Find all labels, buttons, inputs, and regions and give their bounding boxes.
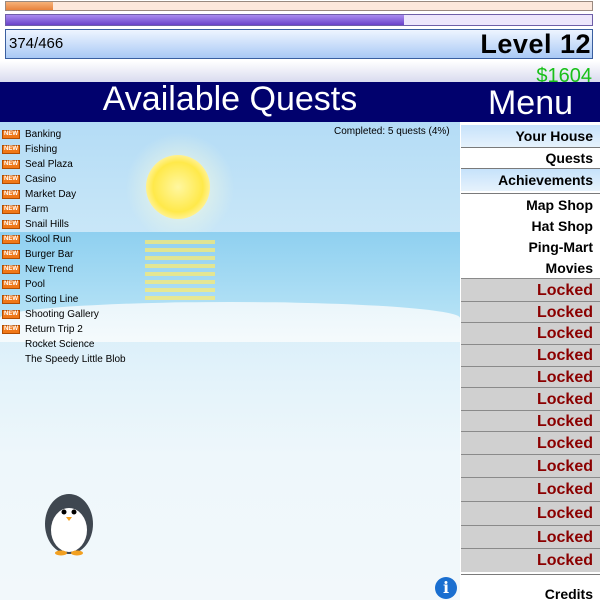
quest-label: Snail Hills: [25, 219, 69, 230]
new-badge: NEW: [2, 130, 20, 139]
quest-item[interactable]: The Speedy Little Blob: [0, 353, 220, 368]
menu-item-locked: Locked: [461, 501, 600, 525]
menu-item-movies[interactable]: Movies: [461, 258, 600, 278]
quest-item[interactable]: NEW Seal Plaza: [0, 158, 220, 173]
quest-label: Casino: [25, 174, 57, 185]
menu-item-locked: Locked: [461, 431, 600, 454]
menu-item-locked: Locked: [461, 525, 600, 548]
menu-item-locked: Locked: [461, 301, 600, 322]
quest-item[interactable]: NEW Snail Hills: [0, 218, 220, 233]
new-badge: NEW: [2, 280, 20, 289]
quest-label: Market Day: [25, 189, 77, 200]
menu-item-locked: Locked: [461, 477, 600, 501]
quest-item[interactable]: NEW Pool: [0, 278, 220, 293]
menu-item-locked: Locked: [461, 322, 600, 344]
quest-label: Skool Run: [25, 234, 72, 245]
menu-item-achievements[interactable]: Achievements: [461, 168, 600, 191]
quest-item[interactable]: NEW Casino: [0, 173, 220, 188]
new-badge: NEW: [2, 250, 20, 259]
health-bar-fill: [6, 2, 53, 10]
quest-item[interactable]: NEW Market Day: [0, 188, 220, 203]
menu-item-locked: Locked: [461, 344, 600, 366]
quest-item[interactable]: NEW New Trend: [0, 263, 220, 278]
quest-label: Fishing: [25, 144, 58, 155]
quest-list: NEW Banking NEW Fishing NEW Seal Plaza NEW Casi…: [0, 128, 220, 368]
quest-item[interactable]: NEW Skool Run: [0, 233, 220, 248]
menu-item-your-house[interactable]: Your House: [461, 125, 600, 147]
menu-item-ping-mart[interactable]: Ping-Mart: [461, 237, 600, 258]
menu-item-locked: Locked: [461, 548, 600, 572]
quest-item[interactable]: NEW Farm: [0, 203, 220, 218]
new-badge: NEW: [2, 145, 20, 154]
energy-bar: [5, 14, 593, 26]
new-badge: NEW: [2, 295, 20, 304]
quest-label: Farm: [25, 204, 49, 215]
quest-scene: Completed: 5 quests (4%) NEW Banking NEW Fi…: [0, 122, 460, 600]
info-icon[interactable]: i: [435, 577, 457, 599]
quest-label: The Speedy Little Blob: [25, 354, 126, 365]
menu-item-quests[interactable]: Quests: [461, 147, 600, 168]
health-bar: [5, 1, 593, 11]
quest-label: Return Trip 2: [25, 324, 83, 335]
penguin-icon: [45, 494, 93, 556]
new-badge: NEW: [2, 265, 20, 274]
new-badge: NEW: [2, 190, 20, 199]
menu-item-locked: Locked: [461, 387, 600, 410]
menu-item-locked: Locked: [461, 366, 600, 387]
quest-label: Burger Bar: [25, 249, 74, 260]
quest-item[interactable]: NEW Banking: [0, 128, 220, 143]
quest-item[interactable]: NEW Sorting Line: [0, 293, 220, 308]
new-badge: NEW: [2, 235, 20, 244]
quest-label: New Trend: [25, 264, 74, 275]
new-badge: NEW: [2, 310, 20, 319]
level-label: Level 12: [480, 29, 591, 59]
new-badge: NEW: [2, 220, 20, 229]
new-badge: NEW: [2, 325, 20, 334]
menu-item-hat-shop[interactable]: Hat Shop: [461, 216, 600, 237]
quest-label: Sorting Line: [25, 294, 79, 305]
quest-label: Shooting Gallery: [25, 309, 99, 320]
menu-item-map-shop[interactable]: Map Shop: [461, 193, 600, 216]
quest-item[interactable]: Rocket Science: [0, 338, 220, 353]
quest-label: Banking: [25, 129, 62, 140]
quest-label: Seal Plaza: [25, 159, 73, 170]
menu-item-locked: Locked: [461, 454, 600, 477]
quest-item[interactable]: NEW Burger Bar: [0, 248, 220, 263]
new-badge: NEW: [2, 175, 20, 184]
menu-title: Menu: [487, 84, 574, 122]
page-title: Available Quests: [102, 80, 358, 118]
xp-value: 374/466: [9, 35, 64, 52]
new-badge: NEW: [2, 160, 20, 169]
quest-item[interactable]: NEW Fishing: [0, 143, 220, 158]
quest-item[interactable]: NEW Return Trip 2: [0, 323, 220, 338]
menu-item-locked: Locked: [461, 278, 600, 301]
menu-item-credits[interactable]: Credits: [461, 574, 600, 602]
quest-item[interactable]: NEW Shooting Gallery: [0, 308, 220, 323]
completed-status: Completed: 5 quests (4%): [334, 126, 450, 137]
new-badge: NEW: [2, 205, 20, 214]
quest-label: Pool: [25, 279, 46, 290]
menu-panel: Your House Quests Achievements Map Shop Hat …: [461, 122, 600, 602]
energy-bar-fill: [6, 15, 405, 25]
menu-item-locked: Locked: [461, 410, 600, 431]
quest-label: Rocket Science: [25, 339, 95, 350]
